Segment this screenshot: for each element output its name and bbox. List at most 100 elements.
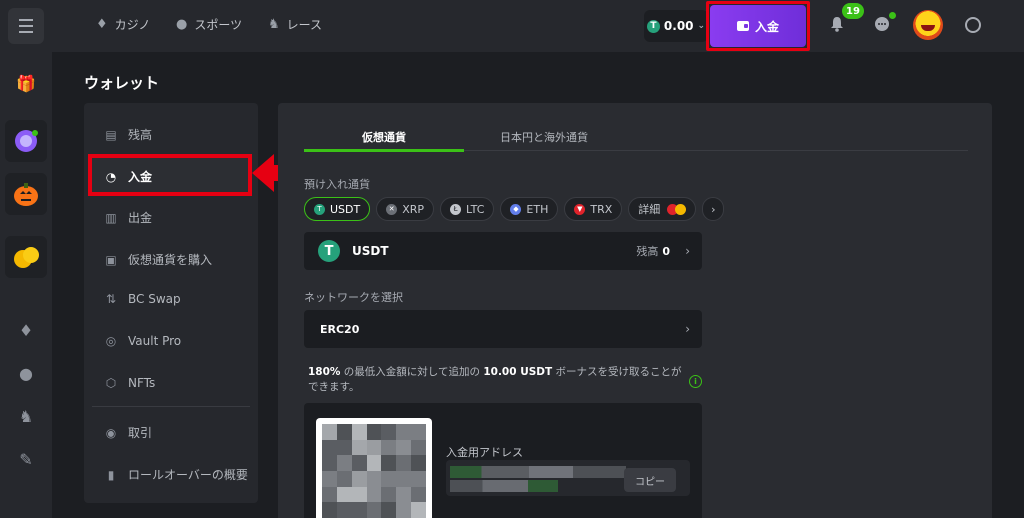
chevron-right-icon: ›: [685, 322, 690, 336]
qr-pixel: [322, 424, 337, 440]
currency-select[interactable]: T USDT 残高 0 ›: [304, 232, 702, 270]
currency-tabs: 仮想通貨 日本円と海外通貨: [304, 125, 968, 152]
chevron-right-icon: ›: [685, 244, 690, 258]
withdraw-icon: ▥: [105, 210, 117, 225]
chips-next-button[interactable]: ›: [702, 197, 725, 221]
swap-icon: ⇅: [105, 292, 117, 306]
qr-pixel: [411, 502, 426, 518]
network-label: ネットワークを選択: [304, 291, 403, 304]
wallet-menu-vault[interactable]: ◎ Vault Pro: [104, 334, 181, 348]
qr-pixel: [322, 455, 337, 471]
chip-trx[interactable]: ▼ TRX: [564, 197, 623, 221]
ticket-icon[interactable]: ✎: [8, 441, 44, 477]
menu-toggle-button[interactable]: [8, 8, 44, 44]
balance-selector[interactable]: T 0.00 ⌄: [644, 10, 708, 42]
chevron-down-icon: ⌄: [697, 21, 706, 31]
qr-pixel: [351, 486, 367, 503]
racing-icon[interactable]: ♞: [8, 398, 44, 434]
address-blurred: [450, 466, 626, 478]
qr-pixel: [411, 471, 426, 487]
chip-usdt[interactable]: T USDT: [304, 197, 371, 221]
currency-chips: T USDT ✕ XRP Ł LTC ◆ ETH ▼ TRX 詳細 ›: [304, 197, 725, 221]
chip-label: TRX: [590, 202, 613, 216]
qr-pixel: [396, 424, 412, 440]
balance-icon: ▤: [105, 127, 117, 142]
chip-eth[interactable]: ◆ ETH: [500, 197, 559, 221]
currency-label: 預け入れ通貨: [304, 178, 370, 191]
tab-crypto[interactable]: 仮想通貨: [304, 129, 464, 145]
qr-code: [316, 418, 432, 518]
address-field: コピー: [446, 460, 690, 496]
wallet-menu-nfts[interactable]: ⬡ NFTs: [104, 376, 156, 390]
nav-racing-label: レース: [286, 18, 323, 32]
casino-icon[interactable]: ♦: [8, 312, 44, 348]
qr-pixel: [396, 471, 412, 487]
qr-pixel: [322, 471, 337, 487]
qr-pixel: [381, 502, 397, 518]
wallet-menu-rollover[interactable]: ▮ ロールオーバーの概要: [104, 466, 248, 483]
copy-button[interactable]: コピー: [624, 468, 676, 492]
globe-icon[interactable]: [965, 17, 981, 33]
avatar[interactable]: [913, 10, 943, 40]
wallet-menu-label: NFTs: [128, 376, 156, 390]
qr-pixel: [396, 502, 412, 518]
wallet-menu-swap[interactable]: ⇅ BC Swap: [104, 292, 181, 306]
qr-pixel: [336, 471, 352, 487]
info-icon[interactable]: i: [689, 375, 702, 388]
qr-pixel: [322, 502, 337, 518]
nav-casino[interactable]: ♦ カジノ: [96, 16, 150, 33]
deposit-address-box: 入金用アドレス コピー: [304, 403, 702, 518]
deposit-button[interactable]: 入金: [710, 5, 806, 47]
game-thumbnail-orb[interactable]: [5, 120, 47, 162]
wallet-menu-withdraw[interactable]: ▥ 出金: [104, 209, 152, 226]
network-select[interactable]: ERC20 ›: [304, 310, 702, 348]
wallet-menu-label: 出金: [128, 211, 153, 225]
usdt-coin-icon: T: [314, 203, 325, 215]
tab-fiat[interactable]: 日本円と海外通貨: [464, 129, 624, 145]
chip-label: LTC: [466, 202, 485, 216]
game-thumbnail-gold[interactable]: [5, 236, 47, 278]
qr-pixel: [322, 486, 337, 503]
bell-icon[interactable]: [830, 16, 846, 34]
selected-currency: USDT: [352, 244, 389, 258]
chip-ltc[interactable]: Ł LTC: [440, 197, 495, 221]
wallet-menu-label: 仮想通貨を購入: [128, 253, 213, 267]
qr-pixel: [396, 439, 412, 456]
vault-icon: ◎: [105, 334, 117, 348]
address-blurred: [450, 480, 558, 492]
chip-label: USDT: [330, 202, 361, 216]
qr-pixel: [411, 486, 426, 503]
wallet-menu-buy-crypto[interactable]: ▣ 仮想通貨を購入: [104, 251, 212, 268]
wallet-menu-label: 取引: [128, 426, 153, 440]
nav-sports[interactable]: ● スポーツ: [176, 16, 242, 33]
qr-pixel: [381, 455, 397, 471]
chip-xrp[interactable]: ✕ XRP: [376, 197, 435, 221]
nav-racing[interactable]: ♞ レース: [268, 16, 322, 33]
usdt-coin-icon: T: [646, 19, 660, 33]
wallet-menu-label: 残高: [128, 128, 153, 142]
gift-icon[interactable]: 🎁: [8, 65, 44, 101]
wallet-menu-deposit[interactable]: ◔ 入金: [104, 168, 152, 185]
balance-label: 残高: [636, 245, 659, 258]
bonus-notice: 180% の最低入金額に対して追加の 10.00 USDT ボーナスを受け取るこ…: [308, 365, 684, 395]
balance-value: 0: [662, 245, 670, 258]
qr-pixel: [351, 502, 367, 518]
sports-icon[interactable]: ●: [8, 355, 44, 391]
qr-pixel: [336, 424, 352, 440]
bonus-text-1: の最低入金額に対して追加の: [343, 366, 480, 378]
buy-crypto-icon: ▣: [105, 252, 117, 267]
chat-icon[interactable]: [874, 16, 892, 34]
qr-pixel: [336, 502, 352, 518]
chip-more-details[interactable]: 詳細: [628, 197, 697, 221]
game-thumbnail-pumpkin[interactable]: [5, 173, 47, 215]
qr-code-blurred: [322, 424, 426, 518]
qr-pixel: [366, 439, 382, 456]
wallet-menu-balance[interactable]: ▤ 残高: [104, 126, 152, 143]
qr-pixel: [366, 471, 382, 487]
chat-online-dot: [889, 12, 896, 19]
qr-pixel: [381, 439, 397, 456]
rollover-icon: ▮: [107, 467, 115, 482]
wallet-menu-transactions[interactable]: ◉ 取引: [104, 424, 152, 441]
qr-pixel: [381, 471, 397, 487]
qr-pixel: [336, 455, 352, 471]
